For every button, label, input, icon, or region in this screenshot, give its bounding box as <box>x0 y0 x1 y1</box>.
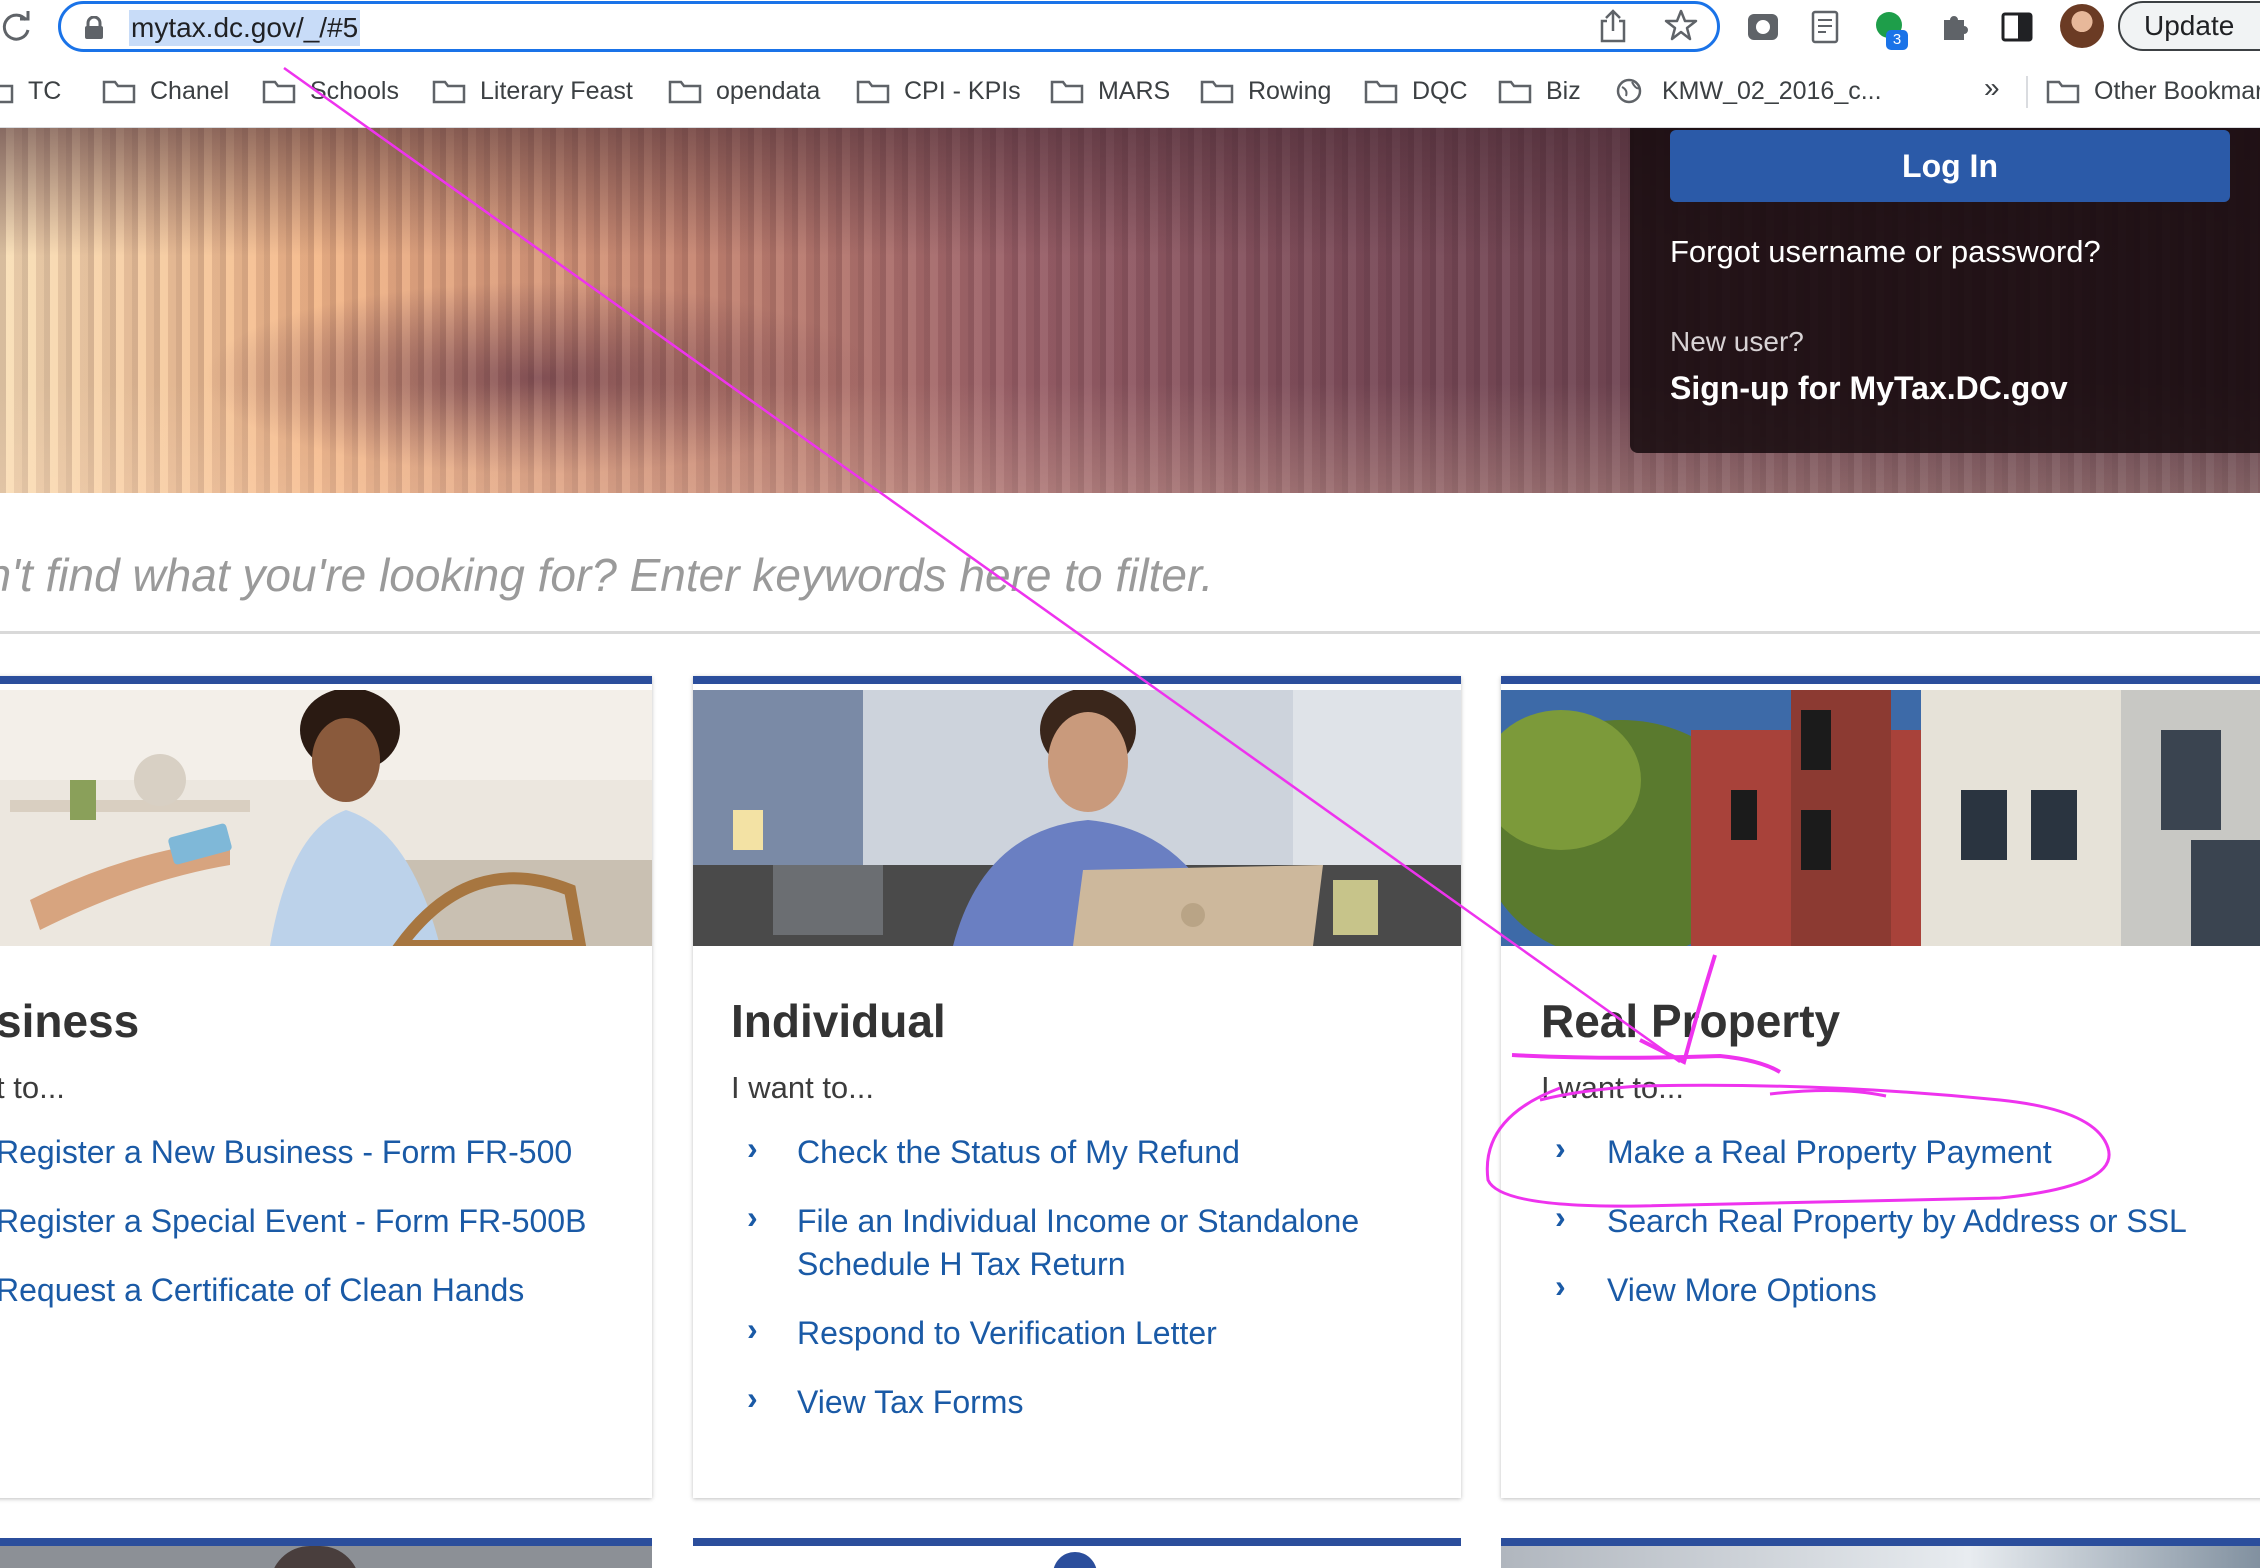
extension-icon[interactable] <box>1744 8 1782 46</box>
individual-photo <box>693 690 1461 946</box>
bookmark-label: TC <box>28 76 62 105</box>
bookmark-label: Schools <box>310 76 399 105</box>
link-search-real-property[interactable]: Search Real Property by Address or SSL <box>1607 1199 2187 1243</box>
real-property-photo <box>1501 690 2260 946</box>
bookmark-label: Chanel <box>150 76 230 105</box>
card-next-photo-bg <box>0 1546 652 1568</box>
bookmark-label: Literary Feast <box>480 76 633 105</box>
link-respond-verification[interactable]: Respond to Verification Letter <box>797 1311 1217 1355</box>
filter-placeholder: an't find what you're looking for? Enter… <box>0 549 1214 601</box>
bookmark-label: opendata <box>716 76 821 105</box>
link-make-real-property-payment[interactable]: Make a Real Property Payment <box>1607 1130 2052 1174</box>
card-subtitle: I want to... <box>731 1070 875 1105</box>
folder-icon <box>262 80 296 104</box>
card-business: siness t to... Register a New Business -… <box>0 676 652 1498</box>
bookmark-folder-mars[interactable]: MARS <box>1050 72 1170 110</box>
link-file-individual-income[interactable]: File an Individual Income or Standalone <box>797 1199 1359 1243</box>
folder-icon <box>0 84 14 104</box>
business-photo <box>0 690 652 946</box>
share-icon[interactable] <box>1598 9 1628 43</box>
sign-up-link[interactable]: Sign-up for MyTax.DC.gov <box>1670 370 2068 407</box>
globe-icon <box>1616 78 1642 104</box>
card-next-row-2 <box>693 1538 1461 1568</box>
chevron-right-icon: › <box>1555 1199 1566 1235</box>
folder-icon <box>1050 80 1084 104</box>
chevron-right-icon: › <box>747 1130 758 1166</box>
reload-icon[interactable] <box>0 10 34 44</box>
bookmark-folder-biz[interactable]: Biz <box>1498 72 1581 110</box>
bookmark-star-icon[interactable] <box>1664 8 1698 42</box>
folder-icon <box>102 80 136 104</box>
side-panel-icon[interactable] <box>1998 8 2036 46</box>
bookmark-label: DQC <box>1412 76 1468 105</box>
link-register-new-business[interactable]: Register a New Business - Form FR-500 <box>0 1130 572 1174</box>
bookmark-folder-cpi-kpis[interactable]: CPI - KPIs <box>856 72 1021 110</box>
link-register-special-event[interactable]: Register a Special Event - Form FR-500B <box>0 1199 586 1243</box>
link-certificate-clean-hands[interactable]: Request a Certificate of Clean Hands <box>0 1268 524 1312</box>
link-view-tax-forms[interactable]: View Tax Forms <box>797 1380 1023 1424</box>
chevron-right-icon: › <box>1555 1268 1566 1304</box>
bookmark-folder-rowing[interactable]: Rowing <box>1200 72 1331 110</box>
bookmark-folder-chanel[interactable]: Chanel <box>102 72 229 110</box>
bookmark-folder-dqc[interactable]: DQC <box>1364 72 1468 110</box>
lock-icon[interactable] <box>83 16 105 40</box>
forgot-credentials-link[interactable]: Forgot username or password? <box>1670 234 2101 270</box>
chevron-right-icon: › <box>747 1311 758 1347</box>
url-text[interactable]: mytax.dc.gov/_/#5 <box>129 10 361 46</box>
bookmarks-overflow-chevron[interactable]: » <box>1984 72 2000 104</box>
chevron-right-icon: › <box>747 1199 758 1235</box>
new-user-label: New user? <box>1670 326 1804 357</box>
bookmark-folder-tc[interactable]: TC <box>0 72 61 110</box>
log-in-button[interactable]: Log In <box>1670 130 2230 202</box>
folder-icon <box>2046 80 2080 104</box>
card-subtitle: t to... <box>0 1070 65 1105</box>
card-title-individual: Individual <box>731 995 946 1047</box>
bookmark-label: Biz <box>1546 76 1581 105</box>
card-next-row-1 <box>0 1538 652 1568</box>
extension-badge: 3 <box>1886 30 1908 50</box>
puzzle-icon[interactable] <box>1936 8 1974 46</box>
link-check-refund-status[interactable]: Check the Status of My Refund <box>797 1130 1240 1174</box>
bookmark-label: KMW_02_2016_c... <box>1662 76 1882 105</box>
bookmark-label: Rowing <box>1248 76 1332 105</box>
card-subtitle: I want to... <box>1541 1070 1685 1105</box>
bookmark-folder-other[interactable]: Other Bookmar <box>2046 72 2260 110</box>
card-next-icon <box>1053 1552 1097 1568</box>
link-file-individual-income-line2[interactable]: Schedule H Tax Return <box>797 1242 1125 1286</box>
address-bar: mytax.dc.gov/_/#5 3 Update <box>0 0 2260 54</box>
login-panel: Log In Forgot username or password? New … <box>1630 128 2260 453</box>
link-view-more-options[interactable]: View More Options <box>1607 1268 1877 1312</box>
card-individual: Individual I want to... › Check the Stat… <box>693 676 1461 1498</box>
chevron-right-icon: › <box>747 1380 758 1416</box>
bookmark-label: Other Bookmar <box>2094 76 2260 105</box>
filter-input[interactable]: an't find what you're looking for? Enter… <box>0 548 2260 634</box>
bookmark-label: CPI - KPIs <box>904 76 1021 105</box>
bookmark-folder-schools[interactable]: Schools <box>262 72 399 110</box>
card-title-business: siness <box>0 995 140 1047</box>
folder-icon <box>432 80 466 104</box>
bookmarks-bar: TC Chanel Schools Literary Feast opendat… <box>0 54 2260 128</box>
card-real-property: Real Property I want to... › Make a Real… <box>1501 676 2260 1498</box>
profile-avatar[interactable] <box>2060 4 2104 48</box>
card-next-photo <box>1501 1546 2260 1568</box>
bookmark-label: MARS <box>1098 76 1171 105</box>
bookmark-folder-opendata[interactable]: opendata <box>668 72 820 110</box>
notes-extension-icon[interactable] <box>1806 8 1844 46</box>
url-field[interactable]: mytax.dc.gov/_/#5 <box>58 1 1720 52</box>
folder-icon <box>1364 80 1398 104</box>
update-button[interactable]: Update <box>2118 1 2260 51</box>
card-next-row-3 <box>1501 1538 2260 1568</box>
bookmarks-separator <box>2026 76 2028 108</box>
folder-icon <box>1200 80 1234 104</box>
folder-icon <box>856 80 890 104</box>
bookmark-kmw[interactable]: KMW_02_2016_c... <box>1614 72 1882 110</box>
chevron-right-icon: › <box>1555 1130 1566 1166</box>
folder-icon <box>668 80 702 104</box>
card-title-real-property: Real Property <box>1541 995 1841 1047</box>
bookmark-folder-literary-feast[interactable]: Literary Feast <box>432 72 633 110</box>
folder-icon <box>1498 80 1532 104</box>
